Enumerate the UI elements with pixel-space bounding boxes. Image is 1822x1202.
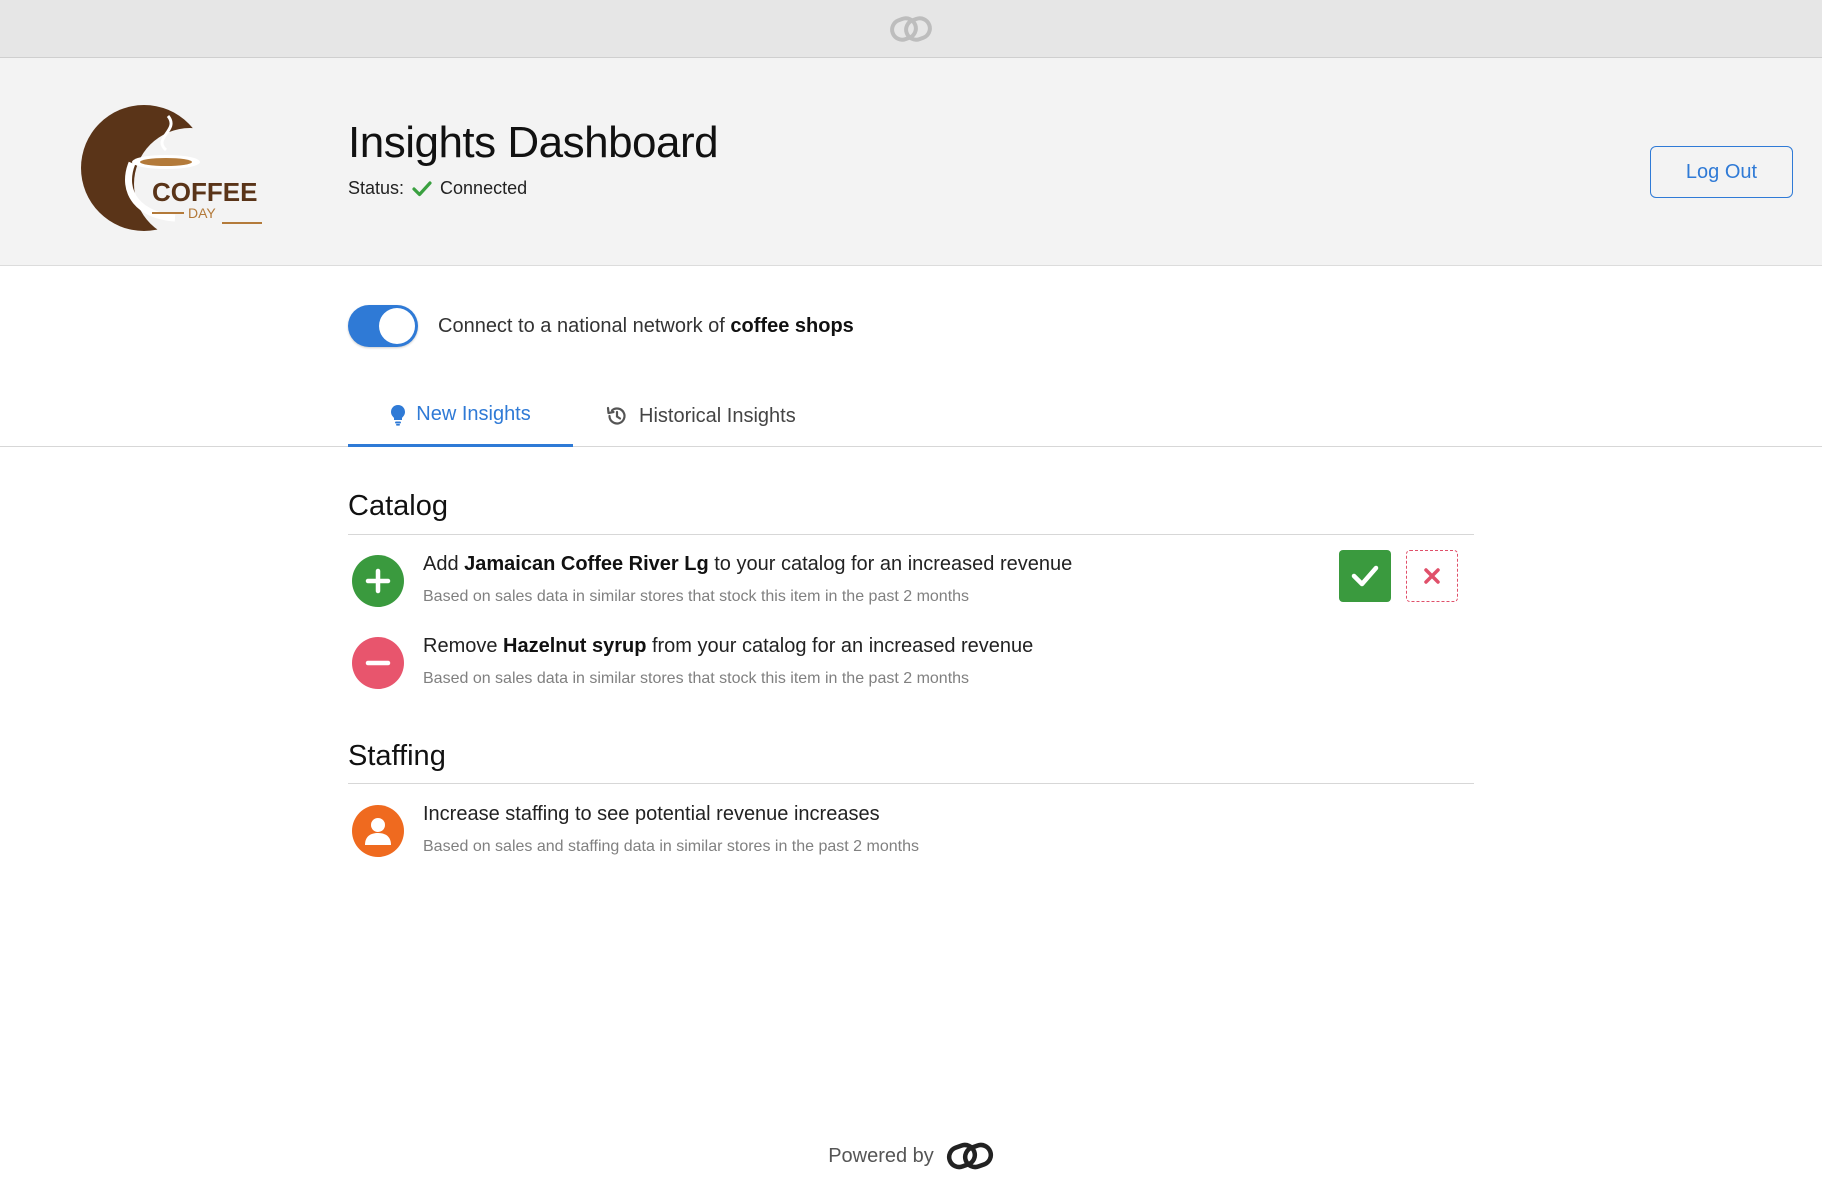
staffing-section-title: Staffing bbox=[348, 740, 446, 772]
insight-text: Increase staffing to see potential reven… bbox=[423, 803, 880, 825]
tab-new-insights[interactable]: New Insights bbox=[348, 385, 573, 447]
tab-historical-insights[interactable]: Historical Insights bbox=[605, 385, 796, 447]
check-icon bbox=[1351, 565, 1379, 587]
interlocking-rings-icon bbox=[890, 15, 932, 42]
catalog-insight-add: Add Jamaican Coffee River Lg to your cat… bbox=[352, 553, 1472, 623]
toggle-knob bbox=[379, 308, 415, 344]
status-label: Status: bbox=[348, 178, 405, 198]
insight-item-name: Jamaican Coffee River Lg bbox=[464, 553, 709, 575]
close-icon bbox=[1424, 568, 1440, 584]
accept-button[interactable] bbox=[1339, 550, 1391, 602]
staffing-insight: Increase staffing to see potential reven… bbox=[352, 803, 1472, 873]
svg-text:COFFEE: COFFEE bbox=[152, 177, 257, 207]
insight-item-name: Hazelnut syrup bbox=[503, 635, 647, 657]
history-icon bbox=[606, 406, 626, 425]
coffee-day-logo: COFFEE DAY bbox=[80, 98, 270, 240]
interlocking-rings-icon bbox=[946, 1142, 993, 1170]
header: COFFEE DAY Insights Dashboard Status: Co… bbox=[0, 58, 1822, 266]
reject-button[interactable] bbox=[1406, 550, 1458, 602]
status-value: Connected bbox=[440, 178, 528, 198]
powered-by-label: Powered by bbox=[828, 1144, 934, 1167]
catalog-divider bbox=[348, 534, 1474, 535]
insight-tabs: New Insights Historical Insights bbox=[0, 385, 1822, 447]
staffing-divider bbox=[348, 783, 1474, 784]
tab-historical-insights-label: Historical Insights bbox=[639, 404, 796, 427]
top-bar bbox=[0, 0, 1822, 58]
remove-circle-icon bbox=[352, 637, 404, 689]
insight-subtext: Based on sales and staffing data in simi… bbox=[423, 838, 919, 855]
network-toggle[interactable] bbox=[348, 305, 418, 347]
footer: Powered by bbox=[0, 1140, 1822, 1172]
check-icon bbox=[412, 180, 432, 196]
insight-subtext: Based on sales data in similar stores th… bbox=[423, 588, 970, 605]
connection-status: Status: Connected bbox=[348, 178, 527, 199]
lightbulb-icon bbox=[391, 404, 406, 426]
network-toggle-row: Connect to a national network of coffee … bbox=[348, 305, 854, 347]
page-title: Insights Dashboard bbox=[348, 118, 719, 167]
add-circle-icon bbox=[352, 555, 404, 607]
insight-text: Add Jamaican Coffee River Lg to your cat… bbox=[423, 553, 1073, 575]
tab-new-insights-label: New Insights bbox=[416, 403, 531, 425]
insight-subtext: Based on sales data in similar stores th… bbox=[423, 670, 970, 687]
logout-button[interactable]: Log Out bbox=[1650, 146, 1793, 198]
person-icon bbox=[352, 805, 404, 857]
svg-text:DAY: DAY bbox=[188, 205, 216, 221]
insight-text: Remove Hazelnut syrup from your catalog … bbox=[423, 635, 1034, 657]
catalog-section-title: Catalog bbox=[348, 490, 448, 522]
network-label-bold: coffee shops bbox=[730, 314, 854, 337]
catalog-insight-remove: Remove Hazelnut syrup from your catalog … bbox=[352, 635, 1472, 705]
network-label: Connect to a national network of coffee … bbox=[438, 314, 854, 337]
